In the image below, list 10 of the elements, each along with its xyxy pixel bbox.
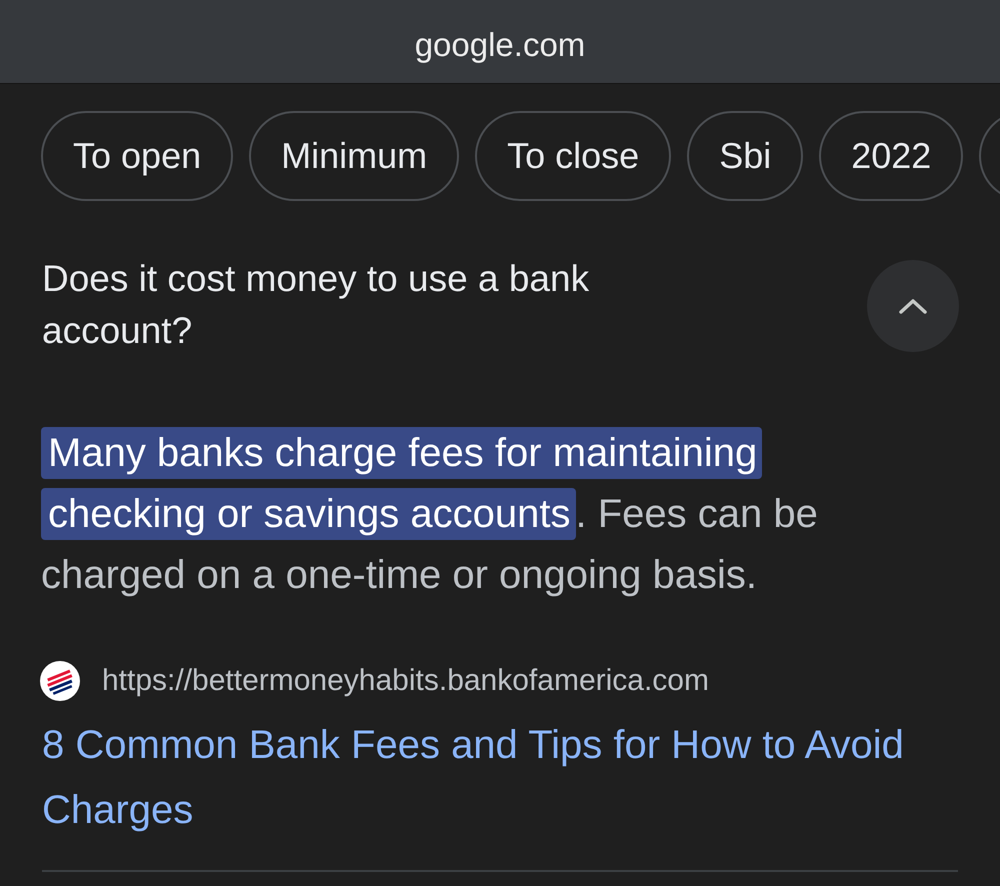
flag-icon [40,661,80,701]
filter-chip[interactable]: To open [41,111,234,201]
domain-text: google.com [414,28,586,61]
filter-chip[interactable]: 2022 [819,111,964,201]
filter-chip[interactable]: To close [475,111,672,201]
question-text: Does it cost money to use a bank account? [42,257,590,353]
filter-chip[interactable]: Sbi [687,111,804,201]
source-url: https://bettermoneyhabits.bankofamerica.com [102,663,709,699]
result-title-link[interactable]: 8 Common Bank Fees and Tips for How to Avoid Charges [42,713,958,843]
filter-chip[interactable]: Minimum [249,111,460,201]
